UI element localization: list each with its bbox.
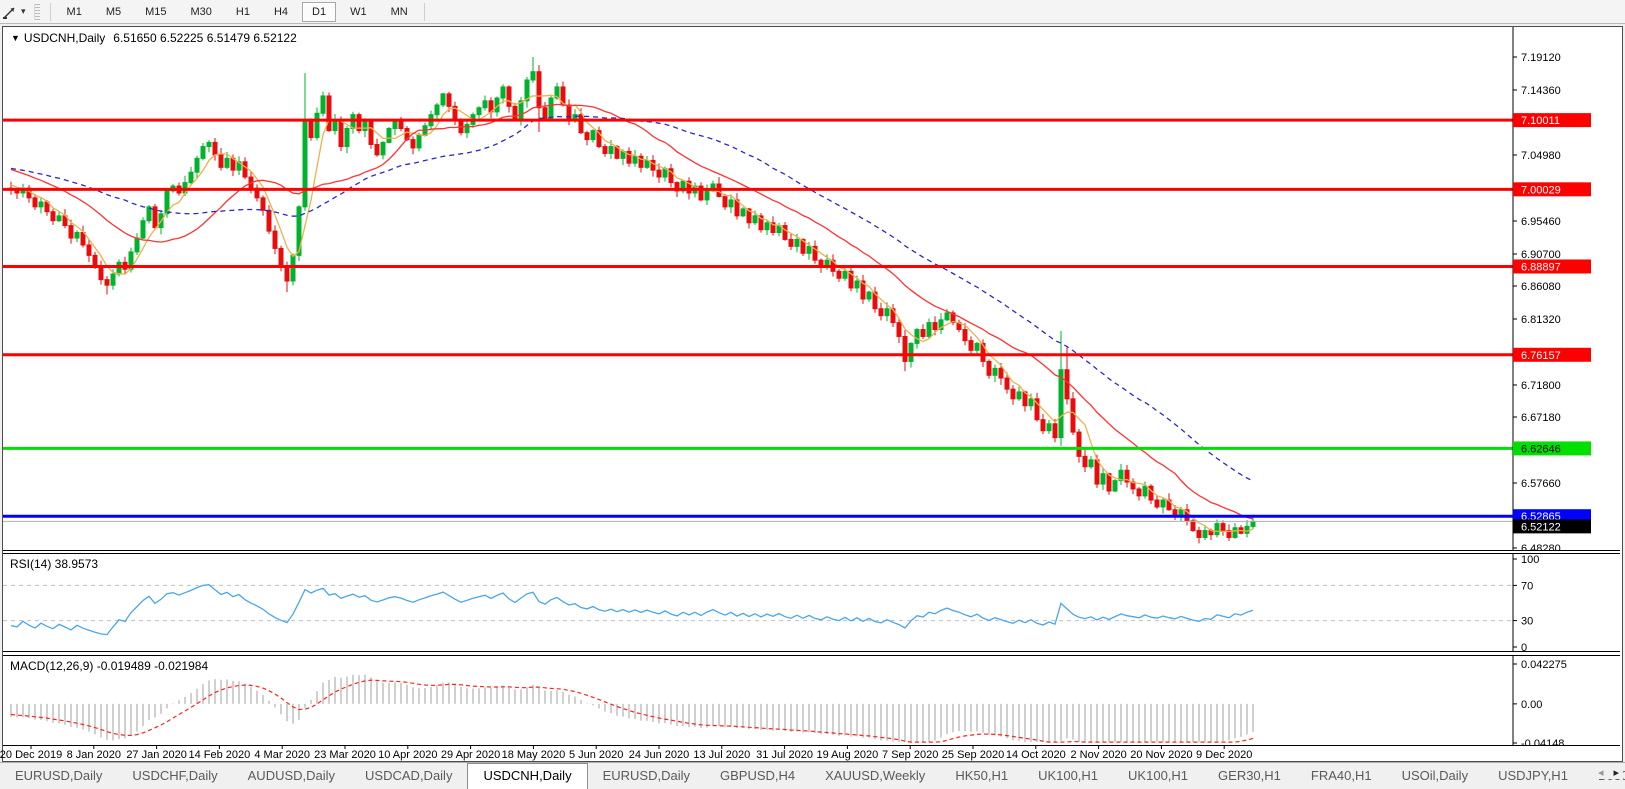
macd-panel[interactable]: MACD(12,26,9) -0.019489 -0.021984 0.0422… [3, 655, 1620, 746]
svg-text:6.62646: 6.62646 [1521, 443, 1561, 455]
chart-tab-usdcad-daily[interactable]: USDCAD,Daily [350, 763, 467, 789]
time-axis-label: 19 Aug 2020 [816, 749, 879, 761]
ohlc-readout: 6.51650 6.52225 6.51479 6.52122 [113, 31, 297, 45]
rsi-chart-canvas[interactable]: 100 70 30 0 [3, 554, 1620, 651]
time-axis-label: 5 Jun 2020 [568, 749, 624, 761]
timeframe-button-m1[interactable]: M1 [57, 2, 92, 22]
time-axis-label: 14 Feb 2020 [188, 749, 251, 761]
chart-tab-xauusd-weekly[interactable]: XAUUSD,Weekly [810, 763, 940, 789]
svg-text:7.00029: 7.00029 [1521, 184, 1561, 196]
timeframe-button-m5[interactable]: M5 [96, 2, 131, 22]
chart-tab-usdcnh-daily[interactable]: USDCNH,Daily [467, 763, 588, 789]
time-axis-label: 13 Jul 2020 [693, 749, 751, 761]
time-axis-label: 20 Nov 2020 [1130, 749, 1193, 761]
timeframe-button-h4[interactable]: H4 [264, 2, 298, 22]
time-axis-label: 31 Jul 2020 [756, 749, 814, 761]
toolbar-drag-handle[interactable] [33, 3, 40, 20]
svg-text:0: 0 [1521, 642, 1527, 651]
timeframe-button-d1[interactable]: D1 [302, 1, 337, 22]
svg-text:6.48280: 6.48280 [1521, 543, 1561, 550]
svg-text:0.042275: 0.042275 [1521, 659, 1567, 671]
svg-text:6.90700: 6.90700 [1521, 249, 1561, 261]
svg-text:6.76157: 6.76157 [1521, 350, 1561, 362]
svg-text:6.57660: 6.57660 [1521, 478, 1561, 490]
time-axis-label: 29 Apr 2020 [440, 749, 501, 761]
cursor-tool-icon [3, 7, 15, 19]
toolbar-separator [49, 2, 51, 21]
svg-text:7.14360: 7.14360 [1521, 85, 1561, 97]
price-chart-canvas[interactable]: 7.19120 7.14360 7.04980 6.95460 6.90700 6.860… [3, 27, 1620, 550]
chart-tab-ger30-h1[interactable]: GER30,H1 [1203, 763, 1296, 789]
svg-text:6.71800: 6.71800 [1521, 380, 1561, 392]
drawing-tool-button[interactable]: ▾ [0, 0, 30, 23]
chart-tab-eurusd-daily[interactable]: EURUSD,Daily [0, 763, 117, 789]
time-axis-label: 20 Dec 2019 [0, 749, 63, 761]
chart-tab-audusd-daily[interactable]: AUDUSD,Daily [233, 763, 350, 789]
chart-tab-usoil-daily[interactable]: USOil,Daily [1387, 763, 1483, 789]
svg-text:6.67180: 6.67180 [1521, 412, 1561, 424]
timeframe-button-m30[interactable]: M30 [181, 2, 222, 22]
chart-symbol-label: USDCNH,Daily [23, 31, 106, 45]
svg-text:0.00: 0.00 [1521, 699, 1542, 711]
svg-text:7.10011: 7.10011 [1521, 115, 1560, 127]
time-axis-label: 23 Mar 2020 [314, 749, 376, 761]
time-axis-label: 27 Jan 2020 [126, 749, 187, 761]
svg-text:100: 100 [1521, 554, 1539, 566]
svg-text:6.95460: 6.95460 [1521, 216, 1561, 228]
macd-indicator-label: MACD(12,26,9) -0.019489 -0.021984 [10, 659, 209, 673]
svg-text:6.52122: 6.52122 [1521, 521, 1561, 533]
chart-title: ▼ USDCNH,Daily 6.51650 6.52225 6.51479 6.5… [11, 31, 297, 45]
time-axis-label: 14 Oct 2020 [1005, 749, 1066, 761]
chart-tab-eurusd-daily[interactable]: EURUSD,Daily [588, 763, 705, 789]
svg-text:30: 30 [1521, 616, 1533, 628]
time-axis: 20 Dec 2019 8 Jan 2020 27 Jan 2020 14 Feb 2… [0, 746, 1620, 761]
timeframe-button-m15[interactable]: M15 [135, 2, 176, 22]
time-axis-label: 9 Dec 2020 [1196, 749, 1253, 761]
timeframe-toolbar: ▾ M1 M5 M15 M30 H1 H4 D1 W1 MN [0, 0, 1625, 24]
time-axis-label: 2 Nov 2020 [1070, 749, 1127, 761]
time-axis-label: 8 Jan 2020 [66, 749, 122, 761]
time-axis-label: 25 Sep 2020 [941, 749, 1005, 761]
timeframe-button-w1[interactable]: W1 [340, 2, 377, 22]
chart-window: ▼ USDCNH,Daily 6.51650 6.52225 6.51479 6.5… [0, 26, 1623, 762]
chart-tab-fra40-h1[interactable]: FRA40,H1 [1296, 763, 1387, 789]
time-axis-label: 18 May 2020 [501, 749, 566, 761]
svg-text:6.86080: 6.86080 [1521, 281, 1561, 293]
chart-tab-uk100-h1[interactable]: UK100,H1 [1023, 763, 1113, 789]
scroll-left-icon[interactable]: ◂ [1598, 766, 1604, 779]
rsi-indicator-label: RSI(14) 38.9573 [10, 557, 99, 571]
timeframe-button-h1[interactable]: H1 [226, 2, 260, 22]
chart-tab-gbpusd-h4[interactable]: GBPUSD,H4 [705, 763, 810, 789]
toolbar-separator [423, 2, 425, 21]
time-axis-label: 7 Sep 2020 [882, 749, 939, 761]
rsi-panel[interactable]: RSI(14) 38.9573 100 70 30 0 [3, 553, 1620, 652]
chart-tab-hk50-h1[interactable]: HK50,H1 [940, 763, 1023, 789]
scroll-right-icon[interactable]: ▸ [1613, 766, 1619, 779]
tabbar-scroll-arrows: ◂ ▸ [1593, 766, 1623, 779]
svg-text:70: 70 [1521, 580, 1533, 592]
svg-text:7.19120: 7.19120 [1521, 52, 1561, 64]
chart-tabbar: EURUSD,Daily USDCHF,Daily AUDUSD,Daily USDC… [0, 762, 1625, 789]
svg-text:7.04980: 7.04980 [1521, 150, 1561, 162]
svg-text:6.88897: 6.88897 [1521, 261, 1561, 273]
macd-chart-canvas[interactable]: 0.042275 0.00 -0.04148 [3, 656, 1620, 745]
collapse-indicator-icon[interactable]: ▼ [11, 33, 20, 43]
time-axis-label: 4 Mar 2020 [254, 749, 311, 761]
chart-tab-uk100-h1[interactable]: UK100,H1 [1113, 763, 1203, 789]
chevron-down-icon[interactable]: ▾ [21, 6, 26, 17]
chart-tab-usdchf-daily[interactable]: USDCHF,Daily [117, 763, 232, 789]
timeframe-button-mn[interactable]: MN [381, 2, 418, 22]
chart-tab-usdjpy-h1[interactable]: USDJPY,H1 [1483, 763, 1583, 789]
svg-text:6.81320: 6.81320 [1521, 314, 1561, 326]
time-axis-label: 10 Apr 2020 [378, 749, 438, 761]
time-axis-label: 24 Jun 2020 [628, 749, 690, 761]
price-panel[interactable]: ▼ USDCNH,Daily 6.51650 6.52225 6.51479 6.5… [3, 27, 1620, 551]
svg-text:-0.04148: -0.04148 [1521, 738, 1564, 745]
